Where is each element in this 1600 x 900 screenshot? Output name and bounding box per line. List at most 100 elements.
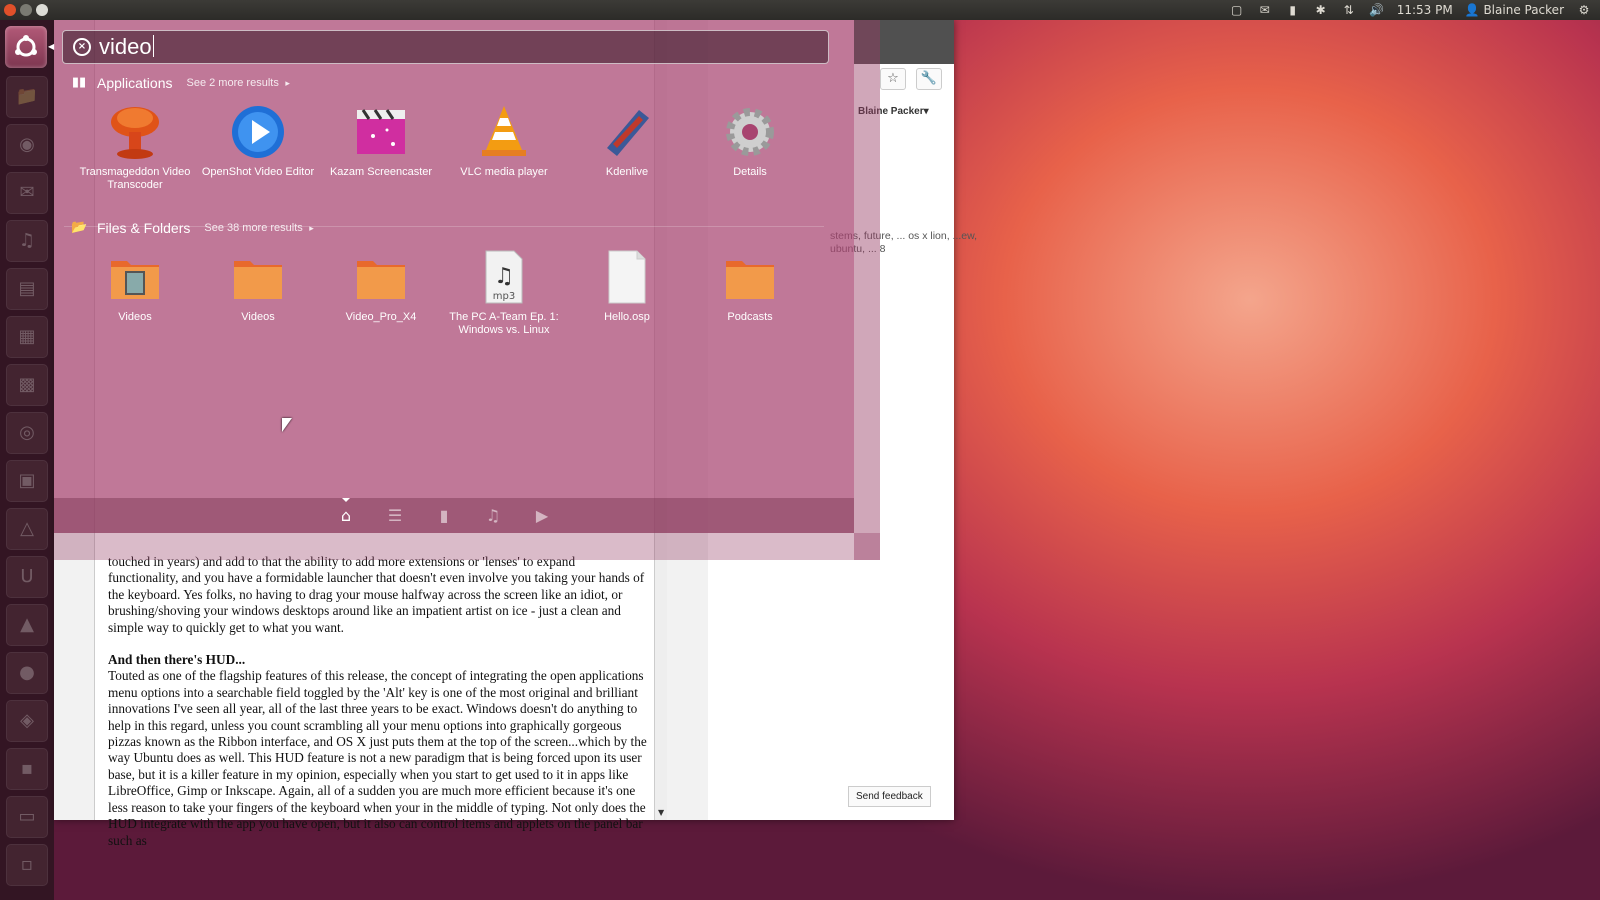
app-tile-kdenlive[interactable]: Kdenlive [567,104,687,179]
lens-bar: ⌂ ☰ ▮ ♫ ▶ [54,498,854,533]
launcher-app4-icon[interactable]: ▪ [6,748,48,790]
files-category-header: 📂 Files & Folders See 38 more results [71,217,314,239]
maximize-window-button[interactable] [36,4,48,16]
file-label: The PC A-Team Ep. 1: Windows vs. Linux [449,311,559,336]
app-label: Kazam Screencaster [329,166,433,178]
kdenlive-icon [599,104,655,160]
launcher-firefox-icon[interactable]: ◉ [6,124,48,166]
file-label: Hello.osp [604,311,650,323]
file-tile-mp3[interactable]: ♫ mp3 The PC A-Team Ep. 1: Windows vs. Li… [444,249,564,337]
scroll-down-arrow-icon[interactable]: ▼ [658,808,664,817]
home-lens-icon[interactable]: ⌂ [337,507,355,525]
dash-border [854,20,880,560]
launcher-thunderbird-icon[interactable]: ✉ [6,172,48,214]
top-panel: ▢ ✉ ▮ ✱ ⇅ 🔊 11:53 PM 👤 Blaine Packer ⚙ [0,0,1600,20]
app-tile-transmageddon[interactable]: Transmageddon Video Transcoder [75,104,195,192]
see-more-applications-link[interactable]: See 2 more results [187,77,290,89]
active-app-arrow-icon: ◀ [48,42,55,51]
active-lens-indicator [342,498,350,502]
app-tile-details[interactable]: Details [690,104,810,179]
clock[interactable]: 11:53 PM [1397,3,1453,17]
dash: × video ▮▮ Applications See 2 more resul… [54,20,854,533]
volume-indicator-icon[interactable]: 🔊 [1369,3,1385,17]
launcher: ◀ 📁 ◉ ✉ ♫ ▤ ▦ ▩ ◎ ▣ △ U ▲ ● ◈ ▪ ▭ ▫ [0,20,54,900]
file-tile-video-pro[interactable]: Video_Pro_X4 [321,249,441,324]
video-lens-icon[interactable]: ▶ [533,507,551,525]
notes-indicator-icon[interactable]: ▢ [1229,3,1245,17]
file-tile-podcasts[interactable]: Podcasts [690,249,810,324]
launcher-vlc-icon[interactable]: ▲ [6,604,48,646]
launcher-app5-icon[interactable]: ▭ [6,796,48,838]
music-lens-icon[interactable]: ♫ [484,507,502,525]
mushroom-cloud-icon [107,104,163,160]
app-tile-vlc[interactable]: VLC media player [444,104,564,179]
bookmark-star-icon[interactable]: ☆ [880,68,906,90]
browser-toolbar-icons: ☆ 🔧 [880,68,942,90]
document-icon [599,249,655,305]
article-body: touched in years) and add to that the ab… [108,554,648,849]
applications-lens-button-icon[interactable]: ☰ [386,507,404,525]
wrench-icon[interactable]: 🔧 [916,68,942,90]
folder-icon [722,249,778,305]
launcher-app-icon[interactable]: ▣ [6,460,48,502]
article-heading: And then there's HUD... [108,652,246,668]
app-label: Transmageddon Video Transcoder [79,166,191,191]
gear-icon [722,104,778,160]
folder-icon [353,249,409,305]
mp3-file-icon: ♫ mp3 [476,249,532,305]
file-label: Podcasts [727,311,773,323]
launcher-ubuntuone-icon[interactable]: U [6,556,48,598]
article-paragraph: Touted as one of the flagship features o… [108,668,647,848]
app-tile-kazam[interactable]: Kazam Screencaster [321,104,441,179]
text-caret [152,35,154,57]
app-label: VLC media player [460,166,548,178]
file-label: Videos [241,311,275,323]
dash-home-button[interactable] [5,26,47,68]
ubuntu-logo-icon [15,35,37,57]
file-tile-videos-2[interactable]: Videos [198,249,318,324]
kazam-clapper-icon [353,104,409,160]
launcher-files-icon[interactable]: 📁 [6,76,48,118]
launcher-calc-icon[interactable]: ▦ [6,316,48,358]
user-name: Blaine Packer [1483,3,1564,17]
clear-search-icon[interactable]: × [73,38,91,56]
file-tile-videos[interactable]: Videos [75,249,195,324]
search-query: video [99,34,152,59]
video-folder-icon [107,249,163,305]
mouse-pointer [282,418,292,432]
see-more-files-link[interactable]: See 38 more results [204,222,313,234]
file-label: Videos [118,311,152,323]
file-tile-hello-osp[interactable]: Hello.osp [567,249,687,324]
openshot-play-icon [230,104,286,160]
app-label: OpenShot Video Editor [201,166,315,178]
launcher-app2-icon[interactable]: ● [6,652,48,694]
file-label: Video_Pro_X4 [345,311,417,323]
app-label: Kdenlive [605,166,649,178]
mail-indicator-icon[interactable]: ✉ [1257,3,1273,17]
svg-text:♫: ♫ [494,264,514,289]
launcher-chrome-icon[interactable]: ◎ [6,412,48,454]
launcher-impress-icon[interactable]: ▩ [6,364,48,406]
launcher-photos-icon[interactable]: △ [6,508,48,550]
minimize-window-button[interactable] [20,4,32,16]
vlc-cone-icon [476,104,532,160]
dash-search-field[interactable]: × video [62,30,829,64]
session-gear-icon[interactable]: ⚙ [1576,3,1592,17]
folder-icon [230,249,286,305]
launcher-writer-icon[interactable]: ▤ [6,268,48,310]
folder-lens-icon: 📂 [71,220,88,235]
user-menu[interactable]: 👤 Blaine Packer [1465,3,1564,17]
bluetooth-indicator-icon[interactable]: ✱ [1313,3,1329,17]
category-title: Files & Folders [97,220,191,236]
battery-indicator-icon[interactable]: ▮ [1285,3,1301,17]
app-tile-openshot[interactable]: OpenShot Video Editor [198,104,318,179]
launcher-trash-icon[interactable]: ▫ [6,844,48,886]
send-feedback-button[interactable]: Send feedback [848,786,931,807]
close-window-button[interactable] [4,4,16,16]
launcher-rhythmbox-icon[interactable]: ♫ [6,220,48,262]
files-lens-icon[interactable]: ▮ [435,507,453,525]
app-label: Details [733,166,767,178]
article-paragraph: touched in years) and add to that the ab… [108,554,645,635]
network-indicator-icon[interactable]: ⇅ [1341,3,1357,17]
launcher-app3-icon[interactable]: ◈ [6,700,48,742]
